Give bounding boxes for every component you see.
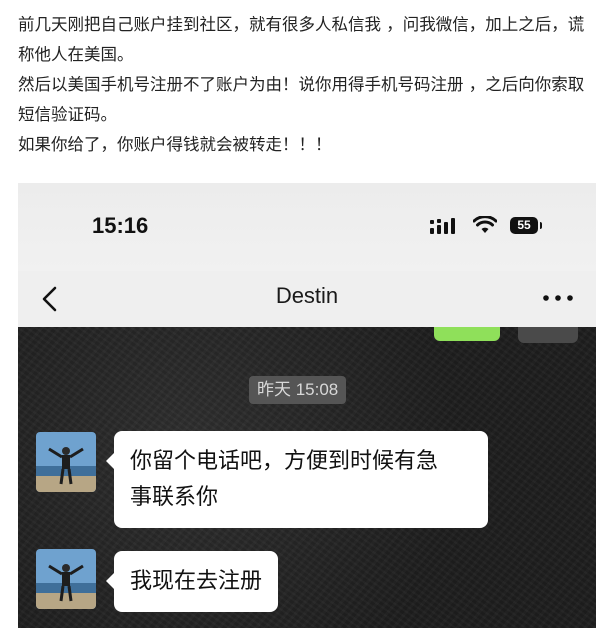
article-text: 前几天刚把自己账户挂到社区，就有很多人私信我 ，问我微信，加上之后，谎称他人在美…	[18, 10, 593, 160]
wifi-icon	[473, 216, 497, 233]
message-timestamp: 昨天 15:08	[249, 376, 347, 404]
message-bubble[interactable]: 我现在去注册	[105, 551, 279, 612]
message-text: 我现在去注册	[130, 569, 263, 594]
avatar[interactable]	[36, 432, 96, 492]
message-text: 事联系你	[130, 485, 219, 510]
status-time: 15:16	[92, 213, 149, 238]
message-text: 你留个电话吧，方便到时候有急	[130, 449, 439, 474]
more-dots-icon[interactable]	[541, 288, 575, 308]
chat-area: 昨天 15:08 你留个电话吧，方便到时候有急 事联系你 我现在去注册	[18, 327, 596, 628]
article-paragraph: 如果你给了，你账户得钱就会被转走！！！	[18, 135, 332, 154]
sent-bubble-partial	[434, 327, 500, 341]
battery-icon: 55	[510, 217, 542, 234]
chat-navbar: Destin	[18, 271, 596, 327]
status-bar: 15:16 55	[18, 183, 596, 271]
avatar[interactable]	[36, 549, 96, 609]
cellular-signal-icon	[430, 218, 455, 234]
article-paragraph: 前几天刚把自己账户挂到社区，就有很多人私信我 ，问我微信，加上之后，谎称他人在美…	[18, 15, 585, 64]
chat-title: Destin	[275, 283, 339, 308]
message-bubble[interactable]: 你留个电话吧，方便到时候有急 事联系你	[106, 431, 488, 528]
article-paragraph: 然后以美国手机号注册不了账户为由！说你用得手机号码注册 ，之后向你索取短信验证码…	[18, 75, 585, 124]
phone-screenshot: 15:16 55 Destin 昨天 15:08 你留个电话吧，方便到时候有急 …	[18, 183, 596, 628]
avatar	[518, 327, 578, 343]
